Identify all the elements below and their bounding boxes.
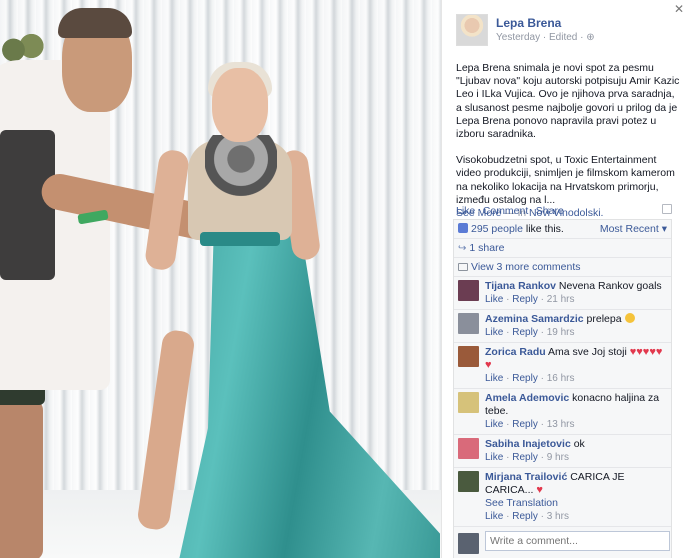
write-comment-row [454,527,671,558]
commenter-name[interactable]: Zorica Radu [485,346,546,358]
comment-like-button[interactable]: Like [485,327,503,338]
comment-like-button[interactable]: Like [485,294,503,305]
action-separator: · [477,205,481,217]
commenter-name[interactable]: Mirjana Trailović [485,471,567,483]
view-more-row: View 3 more comments [454,258,671,277]
photo-woman-head [212,68,268,142]
feedback-box: 295 people like this. Most Recent ▾ ↪ 1 s… [453,219,672,558]
smile-emoji-icon [624,313,635,323]
comment-time[interactable]: 13 hrs [547,419,575,430]
post-paragraph-1: Lepa Brena snimala je novi spot za pesmu… [456,62,680,141]
thumbs-up-icon [458,223,468,233]
comment-text: prelepa [586,313,622,325]
commenter-name[interactable]: Tijana Rankov [485,280,556,292]
commenter-avatar[interactable] [458,438,479,459]
commenter-name[interactable]: Amela Ademovic [485,392,569,404]
globe-icon[interactable]: ⊕ [586,32,594,43]
post-meta: Yesterday · Edited · ⊕ [496,32,595,43]
likes-suffix: like this. [525,223,564,235]
flag-icon[interactable] [662,204,672,214]
comment-meta: Like · Reply · 9 hrs [485,452,569,463]
comment-time[interactable]: 16 hrs [547,373,575,384]
share-arrow-icon: ↪ [458,243,467,254]
comment-meta: Like · Reply · 19 hrs [485,327,575,338]
my-avatar [458,533,479,554]
comment-item: Tijana Rankov Nevena Rankov goals Like ·… [454,277,671,310]
heart-emoji-icon: ♥♥♥♥♥ [629,346,663,358]
commenter-name[interactable]: Azemina Samardzic [485,313,584,325]
comment-meta: Like · Reply · 16 hrs [485,373,575,384]
see-translation-link[interactable]: See Translation [485,497,558,509]
comment-reply-button[interactable]: Reply [512,294,538,305]
comment-like-button[interactable]: Like [485,419,503,430]
like-button[interactable]: Like [456,205,475,217]
commenter-avatar[interactable] [458,346,479,367]
comment-time[interactable]: 21 hrs [547,294,575,305]
comment-like-button[interactable]: Like [485,511,503,522]
comment-meta: Like · Reply · 3 hrs [485,511,569,522]
post-header: Lepa Brena Yesterday · Edited · ⊕ [456,14,676,54]
post-time[interactable]: Yesterday [496,32,540,43]
commenter-avatar[interactable] [458,392,479,413]
comment-time[interactable]: 9 hrs [547,452,569,463]
comment-meta: Like · Reply · 21 hrs [485,294,575,305]
comment-reply-button[interactable]: Reply [512,327,538,338]
commenter-avatar[interactable] [458,471,479,492]
comment-item: Mirjana Trailović CARICA JE CARICA... ♥ … [454,468,671,527]
comment-button[interactable]: Comment [483,205,529,217]
comment-reply-button[interactable]: Reply [512,452,538,463]
action-separator: · [530,205,534,217]
comment-item: Sabiha Inajetovic ok Like · Reply · 9 hr… [454,435,671,468]
comment-input[interactable] [485,531,670,551]
edited-label[interactable]: Edited [549,32,577,43]
likes-count-link[interactable]: 295 people [471,223,523,235]
sort-dropdown[interactable]: Most Recent ▾ [600,223,667,235]
comment-time[interactable]: 19 hrs [547,327,575,338]
sort-label: Most Recent [599,223,659,235]
comment-item: Amela Ademovic konacno haljina za tebe. … [454,389,671,435]
comment-item: Zorica Radu Ama sve Joj stoji ♥♥♥♥♥ ♥ Lik… [454,343,671,389]
heart-emoji-icon: ♥ [536,484,543,496]
comment-reply-button[interactable]: Reply [512,419,538,430]
photo-man-leg [0,400,43,558]
heart-emoji-icon: ♥ [485,359,492,371]
shares-link[interactable]: 1 share [469,242,504,254]
post-paragraph-2-text: Visokobudzetni spot, u Toxic Entertainme… [456,154,675,206]
likes-row: 295 people like this. Most Recent ▾ [454,220,671,239]
page-avatar[interactable] [456,14,488,46]
comment-text: Nevena Rankov goals [558,280,662,292]
post-photo[interactable] [0,0,441,558]
comment-time[interactable]: 3 hrs [547,511,569,522]
commenter-name[interactable]: Sabiha Inajetovic [485,438,571,450]
page-name-link[interactable]: Lepa Brena [496,16,561,30]
comment-like-button[interactable]: Like [485,452,503,463]
commenter-avatar[interactable] [458,313,479,334]
post-text: Lepa Brena snimala je novi spot za pesmu… [456,62,682,220]
comment-reply-button[interactable]: Reply [512,511,538,522]
comment-bubble-icon [458,263,468,271]
comment-meta: Like · Reply · 13 hrs [485,419,575,430]
photo-woman-belt [200,232,280,246]
photo-man-hair [58,8,132,38]
comment-like-button[interactable]: Like [485,373,503,384]
share-button[interactable]: Share [536,205,564,217]
shares-row: ↪ 1 share [454,239,671,258]
chevron-down-icon: ▾ [661,223,667,235]
comment-text: ok [573,438,585,450]
commenter-avatar[interactable] [458,280,479,301]
post-actions: Like · Comment · Share [456,205,564,217]
view-more-comments-link[interactable]: View 3 more comments [471,261,581,273]
photo-necklace [205,135,277,215]
comment-item: Azemina Samardzic prelepa Like · Reply ·… [454,310,671,343]
comment-text: Ama sve Joj stoji [548,346,627,358]
comment-reply-button[interactable]: Reply [512,373,538,384]
